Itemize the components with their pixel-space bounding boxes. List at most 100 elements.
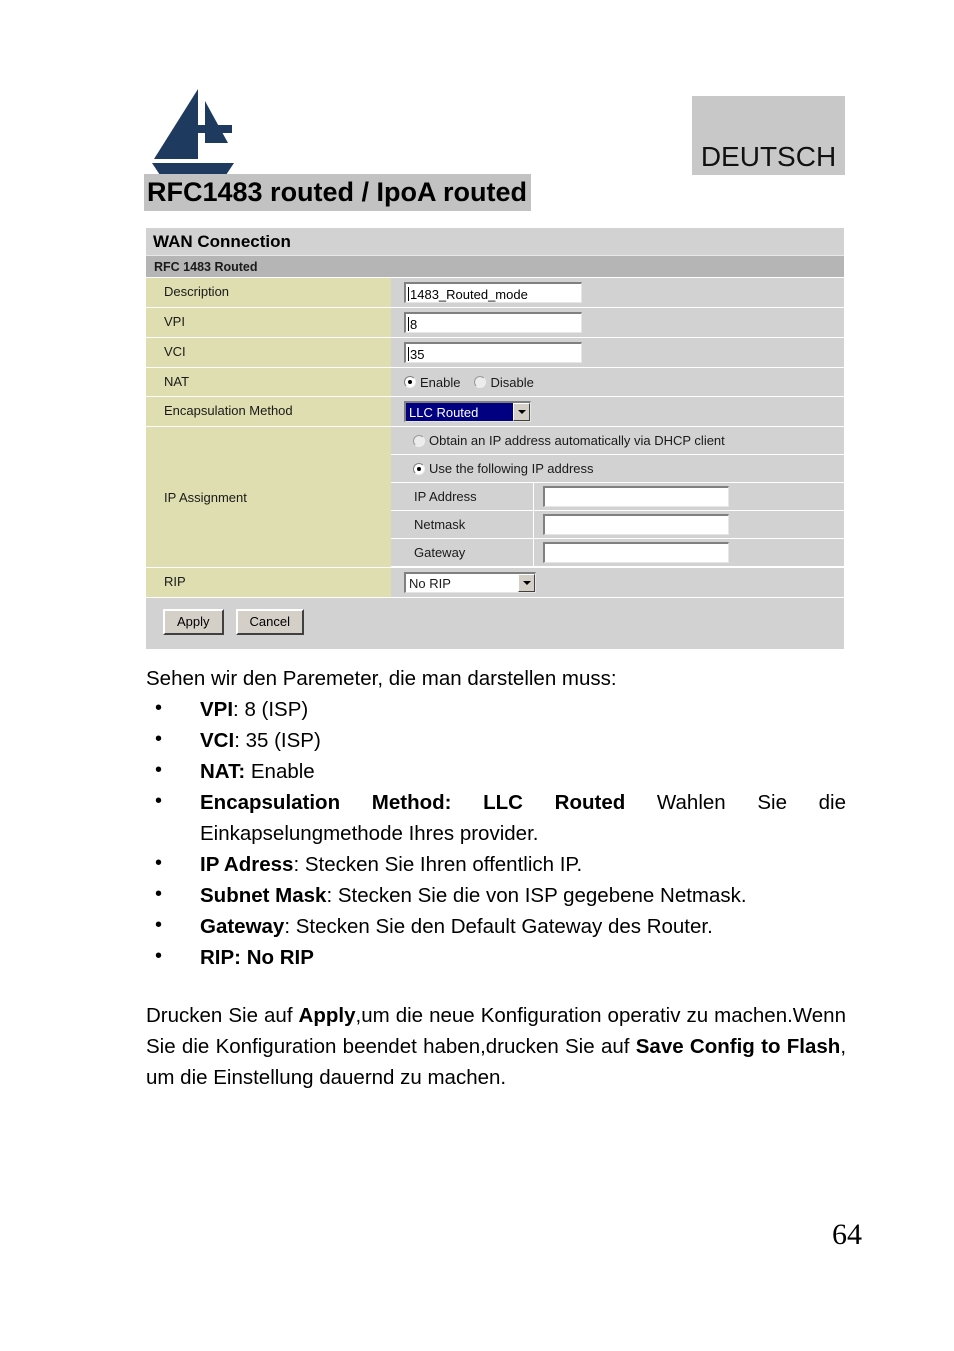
static-ip-radio-label: Use the following IP address [429,461,594,476]
nat-enable-label: Enable [420,374,461,390]
field-row-netmask: Netmask [391,510,844,539]
dhcp-radio-label: Obtain an IP address automatically via D… [429,433,725,448]
chevron-down-icon[interactable] [518,574,535,592]
static-ip-radio[interactable]: Use the following IP address [413,461,594,476]
description-input-value: 1483_Routed_mode [410,287,528,302]
text-caret [408,347,409,361]
list-item: VCI: 35 (ISP) [146,724,846,756]
label-gateway: Gateway [391,538,534,567]
chevron-down-icon[interactable] [513,403,530,421]
apply-button[interactable]: Apply [163,609,224,635]
language-badge-label: DEUTSCH [700,141,837,172]
panel-title: WAN Connection [146,228,844,255]
label-vpi: VPI [146,308,391,337]
value-ip-address [534,486,729,507]
label-description: Description [146,278,391,307]
encapsulation-select[interactable]: LLC Routed [404,401,531,422]
dhcp-option-row[interactable]: Obtain an IP address automatically via D… [391,427,844,455]
bullet-text: Enable [245,760,315,783]
bullet-text: : 8 (ISP) [233,698,309,721]
intro-paragraph: Sehen wir den Paremeter, die man darstel… [146,667,617,690]
vpi-input-value: 8 [410,317,418,332]
table-row-rip: RIP No RIP [146,567,844,597]
list-item: Encapsulation Method: LLC Routed Wahlen … [146,786,846,849]
table-row-encapsulation: Encapsulation Method LLC Routed [146,396,844,426]
text-caret [408,317,409,331]
list-item: RIP: No RIP [146,941,846,973]
encapsulation-select-value: LLC Routed [406,403,513,421]
bullet-term: IP Adress [200,853,294,876]
bullet-term: Subnet Mask [200,884,327,907]
radio-indicator-icon [404,376,416,388]
value-netmask [534,514,729,535]
bullet-term: VPI [200,698,234,721]
closing-bold-apply: Apply [298,1004,356,1027]
bullet-term: RIP: No RIP [200,946,314,969]
nat-disable-radio[interactable]: Disable [474,374,534,390]
bullet-text: : Stecken Sie die von ISP gegebene Netma… [326,884,747,907]
nat-enable-radio[interactable]: Enable [404,375,460,390]
label-netmask: Netmask [391,510,534,539]
description-input[interactable]: 1483_Routed_mode [404,282,582,303]
label-ip-address: IP Address [391,482,534,511]
radio-indicator-icon [474,376,487,388]
netmask-input[interactable] [543,514,729,535]
text-caret [408,287,409,301]
page-number: 64 [832,1218,862,1251]
label-rip: RIP [146,568,391,597]
closing-paragraph: Drucken Sie auf Apply,um die neue Konfig… [146,1000,846,1093]
bullet-term: VCI [200,729,235,752]
bullet-text: : 35 (ISP) [234,729,321,752]
vci-input[interactable]: 35 [404,342,582,363]
ip-assignment-options: Obtain an IP address automatically via D… [391,427,844,567]
rip-select-value: No RIP [409,576,451,591]
field-row-gateway: Gateway [391,538,844,567]
label-vci: VCI [146,338,391,367]
field-row-ip-address: IP Address [391,482,844,511]
dhcp-radio[interactable]: Obtain an IP address automatically via D… [413,433,725,448]
value-description: 1483_Routed_mode [391,278,844,307]
rip-select[interactable]: No RIP [404,572,536,593]
panel-button-bar: Apply Cancel [146,597,844,649]
value-nat: Enable Disable [391,368,844,396]
nat-disable-label: Disable [490,374,534,390]
label-ip-assignment: IP Assignment [146,427,391,567]
parameter-bullet-list: VPI: 8 (ISP) VCI: 35 (ISP) NAT: Enable E… [146,693,846,973]
list-item: Subnet Mask: Stecken Sie die von ISP geg… [146,879,846,911]
table-row-description: Description 1483_Routed_mode [146,277,844,307]
page-title: RFC1483 routed / IpoA routed [144,174,532,211]
closing-part-1: Drucken Sie auf [146,1004,299,1027]
bullet-text: : Stecken Sie Ihren offentlich IP. [293,853,583,876]
value-vpi: 8 [391,308,844,337]
list-item: VPI: 8 (ISP) [146,693,846,725]
list-item: Gateway: Stecken Sie den Default Gateway… [146,910,846,942]
bullet-term: Gateway [200,915,285,938]
table-row-ip-assignment: IP Assignment Obtain an IP address autom… [146,426,844,567]
value-gateway [534,542,729,563]
table-row-vpi: VPI 8 [146,307,844,337]
table-row-nat: NAT Enable Disable [146,367,844,396]
radio-indicator-icon [413,434,425,447]
value-vci: 35 [391,338,844,367]
table-row-vci: VCI 35 [146,337,844,367]
value-rip: No RIP [391,568,844,597]
cancel-button[interactable]: Cancel [235,609,304,635]
list-item: NAT: Enable [146,755,846,787]
gateway-input[interactable] [543,542,729,563]
radio-indicator-icon [413,462,425,475]
ip-address-input[interactable] [543,486,729,507]
language-badge: DEUTSCH [692,96,845,175]
label-nat: NAT [146,368,391,396]
body-copy: Sehen wir den Paremeter, die man darstel… [146,663,846,1093]
value-encapsulation: LLC Routed [391,397,844,426]
label-encapsulation: Encapsulation Method [146,397,391,426]
panel-subtitle: RFC 1483 Routed [146,255,844,277]
bullet-text: : Stecken Sie den Default Gateway des Ro… [284,915,713,938]
atlantis-land-logo [146,85,238,177]
vpi-input[interactable]: 8 [404,312,582,333]
wan-connection-panel: WAN Connection RFC 1483 Routed Descripti… [146,228,844,649]
static-ip-option-row[interactable]: Use the following IP address [391,455,844,483]
vci-input-value: 35 [410,347,425,362]
bullet-term: Encapsulation Method: LLC Routed [200,791,626,814]
closing-bold-save-config: Save Config to Flash [635,1035,841,1058]
